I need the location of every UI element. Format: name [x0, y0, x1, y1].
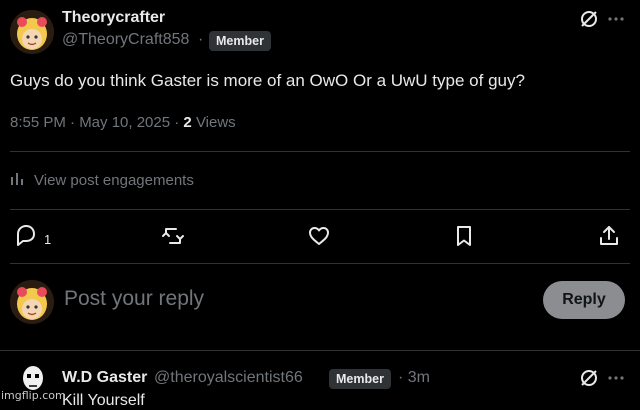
- views-count: 2: [183, 114, 192, 131]
- divider: [0, 350, 640, 351]
- bookmark-icon[interactable]: [451, 223, 477, 249]
- reply-member-badge[interactable]: Member: [329, 369, 391, 389]
- reply-icon: [14, 223, 38, 252]
- author-avatar[interactable]: [10, 10, 54, 54]
- separator-dot: ·: [198, 31, 204, 48]
- share-icon[interactable]: [596, 223, 622, 249]
- divider: [10, 151, 630, 152]
- reply-input[interactable]: Post your reply: [64, 287, 204, 311]
- view-engagements-label: View post engagements: [34, 171, 194, 189]
- grok-icon[interactable]: [577, 7, 601, 31]
- views-label: Views: [195, 114, 236, 131]
- reply-button[interactable]: Reply: [543, 281, 625, 319]
- repost-icon[interactable]: [160, 223, 186, 249]
- author-name[interactable]: Theorycrafter: [62, 9, 165, 27]
- author-handle[interactable]: @TheoryCraft858: [62, 31, 189, 49]
- divider: [10, 263, 630, 264]
- more-icon[interactable]: [604, 7, 628, 31]
- reply-author-name[interactable]: W.D Gaster: [62, 369, 147, 387]
- reply-author-handle[interactable]: @theroyalscientist66: [154, 369, 303, 387]
- view-engagements-link[interactable]: View post engagements: [10, 170, 194, 190]
- reply-text: Kill Yourself: [62, 392, 145, 409]
- post-timestamp[interactable]: 8:55 PM · May 10, 2025 ·: [10, 114, 179, 131]
- more-icon[interactable]: [604, 366, 628, 390]
- watermark: imgflip.com: [1, 389, 66, 402]
- reply-action[interactable]: 1: [14, 223, 51, 252]
- post-meta: 8:55 PM · May 10, 2025 · 2 Views: [10, 114, 236, 131]
- member-badge[interactable]: Member: [209, 31, 271, 51]
- grok-icon[interactable]: [577, 366, 601, 390]
- reply-count: 1: [44, 232, 52, 247]
- analytics-icon: [10, 170, 26, 190]
- heart-icon[interactable]: [306, 223, 332, 249]
- divider: [10, 209, 630, 210]
- composer-avatar[interactable]: [10, 280, 54, 324]
- reply-time[interactable]: · 3m: [398, 369, 430, 387]
- post-text: Guys do you think Gaster is more of an O…: [10, 71, 525, 90]
